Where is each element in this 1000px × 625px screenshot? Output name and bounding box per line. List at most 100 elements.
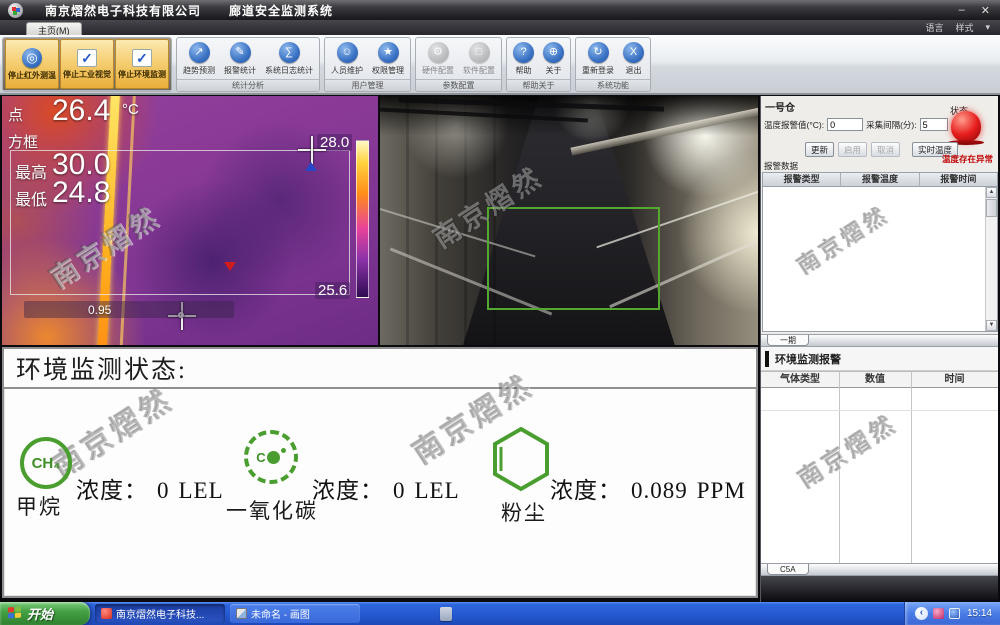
env-alarm-table: 气体类型 数值 时间 南京熠然 [761,371,998,563]
alarm-table: 报警类型 报警温度 报警时间 南京熠然 ▲ ▼ [762,172,998,332]
tray-chevron-icon[interactable]: ‹ [915,607,928,620]
software-config-button: □ 软件配置 [459,40,499,78]
stop-infrared-button[interactable]: ◎ 停止红外测温 [5,39,59,89]
stop-env-monitor-button[interactable]: ✓ 停止环境监测 [115,39,169,89]
column-header[interactable]: 报警类型 [763,173,841,186]
enable-button[interactable]: 启用 [838,142,867,157]
alarm-table-body: 南京熠然 ▲ ▼ [763,187,997,331]
pencil-icon: ✎ [230,42,251,63]
minimize-icon[interactable]: – [959,4,965,17]
methane-icon: CH₄ [20,437,72,489]
dust-icon [490,426,552,497]
person-icon: ☺ [337,42,358,63]
column-header[interactable]: 数值 [839,372,911,387]
ribbon-group-help: ? 帮助 ⊕ 关于 帮助关于 [506,37,571,92]
tray-icon-2[interactable] [949,608,960,619]
title-bar: 南京熠然电子科技有限公司 廊道安全监测系统 – ✕ [0,0,1000,20]
thermal-camera-view[interactable]: 南京熠然 点 26.4 °C 方框 最高 30.0 最低 24.8 28.0 2… [2,96,378,345]
group-label: 帮助关于 [507,79,570,91]
scrollbar[interactable]: ▲ ▼ [985,187,997,331]
temp-alarm-input[interactable] [827,118,863,131]
taskbar-item-app[interactable]: 南京熠然电子科技... [95,604,225,623]
scroll-up-icon[interactable]: ▲ [986,187,997,198]
alarm-data-label: 报警数据 [764,160,798,172]
update-button[interactable]: 更新 [805,142,834,157]
stop-vision-button[interactable]: ✓ 停止工业视觉 [60,39,114,89]
min-temperature: 24.8 [52,176,110,210]
unit-label: °C [122,101,139,118]
alarm-stats-button[interactable]: ✎ 报警统计 [220,40,260,78]
min-label: 最低 [15,186,47,210]
dust-reading: 浓度：0.089PPM [550,471,755,505]
help-button[interactable]: ? 帮助 [509,40,538,78]
close-icon[interactable]: ✕ [981,4,990,17]
menu-style[interactable]: 样式 [955,21,973,34]
check-icon: ✓ [132,49,152,67]
column-header[interactable]: 报警时间 [920,173,997,186]
exit-button[interactable]: X 退出 [619,40,648,78]
check-icon: ✓ [77,49,97,67]
ribbon-group-system: ↻ 重新登录 X 退出 系统功能 [575,37,651,92]
permission-button[interactable]: ★ 权限管理 [368,40,408,78]
app-window: 南京熠然电子科技有限公司 廊道安全监测系统 – ✕ 主页(M) 语言 样式 ▾ … [0,0,1000,625]
gas-name-dust: 粉尘 [501,497,547,527]
tab-home[interactable]: 主页(M) [26,22,82,35]
env-alarm-title: 环境监测报警 [775,351,841,367]
env-alarm-header: 环境监测报警 [761,347,998,371]
alarm-lamp-icon [951,111,981,142]
crosshair-marker [298,136,326,164]
tray-icon-1[interactable] [933,608,944,619]
scale-min-value: 25.6 [315,282,350,299]
methane-reading: 浓度：0LEL [76,471,233,505]
tab-csa[interactable]: C5A [767,564,809,575]
carbon-monoxide-icon: C [244,430,298,484]
cancel-button[interactable]: 取消 [871,142,900,157]
start-button[interactable]: 开始 [0,602,90,625]
infrared-icon: ◎ [22,48,42,68]
ribbon-group-statistics: ↗ 趋势预测 ✎ 报警统计 ∑ 系统日志统计 统计分析 [176,37,320,92]
refresh-icon: ↻ [588,42,609,63]
alarm-lamp [948,111,984,145]
column-header[interactable]: 报警温度 [841,173,919,186]
relogin-button[interactable]: ↻ 重新登录 [578,40,618,78]
about-button[interactable]: ⊕ 关于 [539,40,568,78]
menu-language[interactable]: 语言 [925,21,943,34]
env-status-title: 环境监测状态: [16,350,187,386]
sigma-icon: ∑ [279,42,300,63]
app-icon [8,3,23,18]
group-label: 用户管理 [325,79,410,91]
tab-phase1[interactable]: 一期 [767,335,809,346]
max-label: 最高 [15,159,47,183]
syslog-stats-button[interactable]: ∑ 系统日志统计 [261,40,317,78]
scrollbar-thumb[interactable] [986,199,997,217]
question-icon: ? [513,42,534,63]
blue-marker-icon [305,162,317,171]
language-bar-handle[interactable] [440,607,452,621]
app-task-icon [101,608,112,619]
trend-icon: ↗ [189,42,210,63]
ribbon-group-users: ☺ 人员维护 ★ 权限管理 用户管理 [324,37,411,92]
group-label: 参数配置 [416,79,501,91]
hardware-config-button: ⚙ 硬件配置 [418,40,458,78]
column-header[interactable]: 时间 [911,372,998,387]
gear-icon: ⚙ [428,42,449,63]
scroll-down-icon[interactable]: ▼ [986,320,997,331]
globe-icon: ⊕ [543,42,564,63]
taskbar: 开始 南京熠然电子科技... 未命名 - 画图 ‹ 15:14 [0,602,1000,625]
taskbar-item-paint[interactable]: 未命名 - 画图 [230,604,360,623]
watermark: 南京熠然 [791,404,904,494]
interval-input[interactable] [920,118,948,131]
co-reading: 浓度：0LEL [312,471,469,505]
red-marker-icon [224,262,236,271]
temperature-alert-text: 温度存在异常 [942,153,993,165]
clock: 15:14 [967,608,992,619]
personnel-button[interactable]: ☺ 人员维护 [327,40,367,78]
column-header[interactable]: 气体类型 [761,372,839,387]
app-title: 廊道安全监测系统 [229,2,333,19]
trend-predict-button[interactable]: ↗ 趋势预测 [179,40,219,78]
industrial-camera-view[interactable]: 南京熠然 [380,96,758,345]
chevron-down-icon[interactable]: ▾ [985,22,990,33]
ribbon-group-monitor-control: ◎ 停止红外测温 ✓ 停止工业视觉 ✓ 停止环境监测 监测控制 [2,37,172,92]
company-title: 南京熠然电子科技有限公司 [45,2,201,19]
system-tray: ‹ 15:14 [904,602,1000,625]
